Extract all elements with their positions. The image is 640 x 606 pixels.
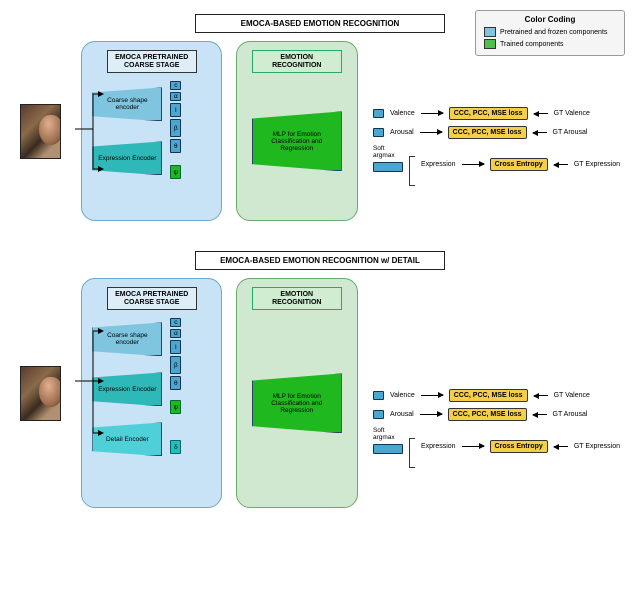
out-valence-label: Valence: [390, 392, 415, 399]
outputs: Valence CCC, PCC, MSE loss GT Valence Ar…: [373, 107, 620, 186]
detail-encoder: Detail Encoder: [92, 422, 162, 456]
param-alpha: α: [170, 329, 181, 338]
softargmax-label: Soft argmax: [373, 427, 403, 441]
loss-ccc-arousal: CCC, PCC, MSE loss: [448, 408, 527, 421]
arrow-icon: [533, 414, 547, 415]
param-theta: θ: [170, 139, 181, 153]
arrow-icon: [462, 164, 484, 165]
gt-arousal: GT Arousal: [553, 411, 588, 418]
softargmax-pill: [373, 444, 403, 454]
arrow-icon: [420, 414, 442, 415]
softargmax-pill: [373, 162, 403, 172]
diagram-title: EMOCA-BASED EMOTION RECOGNITION: [195, 14, 445, 33]
loss-ce: Cross Entropy: [490, 158, 548, 171]
arrow-icon: [462, 446, 484, 447]
coarse-stage: EMOCA PRETRAINED COARSE STAGE Coarse sha…: [81, 41, 222, 221]
diagram-title: EMOCA-BASED EMOTION RECOGNITION w/ DETAI…: [195, 251, 445, 270]
param-psi: ψ: [170, 165, 181, 179]
param-c: c: [170, 318, 181, 327]
coarse-stage-title: EMOCA PRETRAINED COARSE STAGE: [107, 50, 197, 73]
out-valence-label: Valence: [390, 110, 415, 117]
param-delta: δ: [170, 440, 181, 454]
expression-encoder: Expression Encoder: [92, 141, 162, 175]
arrow-icon: [533, 132, 547, 133]
loss-ccc-valence: CCC, PCC, MSE loss: [449, 389, 528, 402]
diagram-bottom: EMOCA-BASED EMOTION RECOGNITION w/ DETAI…: [20, 251, 620, 508]
loss-ce: Cross Entropy: [490, 440, 548, 453]
param-psi: ψ: [170, 400, 181, 414]
input-face-image: [20, 104, 61, 159]
expression-encoder: Expression Encoder: [92, 372, 162, 406]
coarse-stage: EMOCA PRETRAINED COARSE STAGE Coarse sha…: [81, 278, 222, 508]
emotion-stage-title: EMOTION RECOGNITION: [252, 287, 342, 310]
loss-ccc-arousal: CCC, PCC, MSE loss: [448, 126, 527, 139]
emotion-stage-title: EMOTION RECOGNITION: [252, 50, 342, 73]
out-expression-label: Expression: [421, 161, 456, 168]
out-arousal-label: Arousal: [390, 129, 414, 136]
param-theta: θ: [170, 376, 181, 390]
arrow-icon: [420, 132, 442, 133]
softargmax-label: Soft argmax: [373, 145, 403, 159]
gt-valence: GT Valence: [554, 110, 590, 117]
out-valence-pill: [373, 109, 384, 118]
param-l: l: [170, 340, 181, 354]
arrow-icon: [421, 113, 443, 114]
out-arousal-label: Arousal: [390, 411, 414, 418]
coarse-shape-encoder: Coarse shape encoder: [92, 87, 162, 121]
coarse-shape-encoder: Coarse shape encoder: [92, 322, 162, 356]
input-face-image: [20, 366, 61, 421]
out-arousal-pill: [373, 410, 384, 419]
param-beta: β: [170, 356, 181, 374]
diagram-top: EMOCA-BASED EMOTION RECOGNITION EMOCA PR…: [20, 14, 620, 221]
gt-expression: GT Expression: [574, 443, 620, 450]
coarse-stage-title: EMOCA PRETRAINED COARSE STAGE: [107, 287, 197, 310]
param-c: c: [170, 81, 181, 90]
mlp-block: MLP for Emotion Classification and Regre…: [252, 373, 342, 433]
arrow-icon: [534, 113, 548, 114]
emotion-stage: EMOTION RECOGNITION MLP for Emotion Clas…: [236, 278, 359, 508]
param-alpha: α: [170, 92, 181, 101]
mlp-block: MLP for Emotion Classification and Regre…: [252, 111, 342, 171]
loss-ccc-valence: CCC, PCC, MSE loss: [449, 107, 528, 120]
out-arousal-pill: [373, 128, 384, 137]
param-beta: β: [170, 119, 181, 137]
arrow-icon: [554, 446, 568, 447]
outputs: Valence CCC, PCC, MSE loss GT Valence Ar…: [373, 389, 620, 468]
out-expression-label: Expression: [421, 443, 456, 450]
arrow-icon: [554, 164, 568, 165]
bracket-icon: [409, 156, 415, 186]
gt-expression: GT Expression: [574, 161, 620, 168]
arrow-icon: [421, 395, 443, 396]
out-valence-pill: [373, 391, 384, 400]
gt-valence: GT Valence: [554, 392, 590, 399]
emotion-stage: EMOTION RECOGNITION MLP for Emotion Clas…: [236, 41, 359, 221]
bracket-icon: [409, 438, 415, 468]
arrow-icon: [534, 395, 548, 396]
param-l: l: [170, 103, 181, 117]
gt-arousal: GT Arousal: [553, 129, 588, 136]
